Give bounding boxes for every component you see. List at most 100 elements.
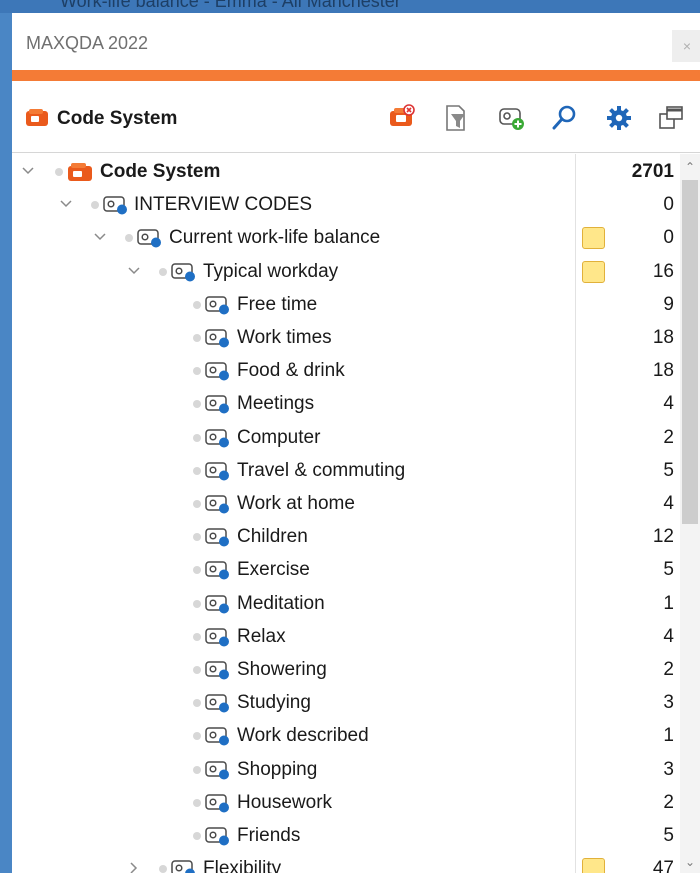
code-color-dot xyxy=(193,832,201,840)
coded-segment-count: 3 xyxy=(663,692,674,714)
code-row[interactable]: Free time 9 xyxy=(12,289,680,322)
code-label: Computer xyxy=(237,426,321,448)
code-icon xyxy=(205,827,229,846)
code-label: Friends xyxy=(237,825,301,846)
code-row[interactable]: Work times 18 xyxy=(12,322,680,355)
scroll-down-button[interactable]: ⌄ xyxy=(680,851,700,873)
code-icon xyxy=(205,561,229,580)
code-row[interactable]: Code System 2701 xyxy=(12,156,680,189)
undock-window-button[interactable] xyxy=(654,101,688,135)
code-row[interactable]: Showering 2 xyxy=(12,654,680,687)
code-row[interactable]: Studying 3 xyxy=(12,687,680,720)
code-label: Meetings xyxy=(237,393,315,415)
code-icon xyxy=(205,329,229,348)
coded-segment-count: 5 xyxy=(663,559,674,581)
code-color-dot xyxy=(193,500,201,508)
code-label: Showering xyxy=(237,659,327,680)
code-label: Food & drink xyxy=(237,360,345,382)
new-code-set-button[interactable] xyxy=(384,101,418,135)
chevron-down-icon[interactable] xyxy=(20,163,36,179)
coded-segment-count: 18 xyxy=(652,327,674,348)
code-row[interactable]: Friends 5 xyxy=(12,820,680,853)
code-row[interactable]: Relax 4 xyxy=(12,621,680,654)
coded-segment-count: 3 xyxy=(663,758,674,780)
code-icon xyxy=(137,229,161,248)
code-color-dot xyxy=(193,367,201,376)
code-label: Shopping xyxy=(237,758,318,780)
code-color-dot xyxy=(55,168,63,176)
close-button[interactable]: × xyxy=(672,30,700,62)
code-label: Meditation xyxy=(237,592,325,614)
code-system-window: MAXQDA 2022 × Code System Code System 270… xyxy=(12,13,700,873)
code-row[interactable]: Meditation 1 xyxy=(12,588,680,621)
filter-document-icon xyxy=(446,105,465,131)
window-frame-top: Work-life balance - Emma - Ali Mancheste… xyxy=(0,0,700,13)
code-label: Travel & commuting xyxy=(237,459,406,481)
code-icon xyxy=(205,528,229,547)
memo-icon[interactable] xyxy=(582,260,605,283)
gear-icon xyxy=(607,106,631,130)
code-label: Housework xyxy=(237,791,333,813)
scrollbar-thumb[interactable] xyxy=(682,180,698,524)
code-system-icon xyxy=(68,163,92,181)
coded-segment-count: 4 xyxy=(663,393,674,415)
chevron-right-icon[interactable] xyxy=(126,860,142,873)
code-icon xyxy=(205,727,229,746)
code-icon xyxy=(205,462,229,481)
code-color-dot xyxy=(91,201,99,210)
code-row[interactable]: Meetings 4 xyxy=(12,388,680,421)
coded-segment-count: 2 xyxy=(663,659,674,680)
coded-segment-count: 0 xyxy=(663,227,674,249)
new-code-button[interactable] xyxy=(494,101,528,135)
coded-segment-count: 18 xyxy=(652,360,674,382)
coded-segment-count: 9 xyxy=(663,293,674,315)
new-code-icon xyxy=(499,108,524,130)
code-row[interactable]: Exercise 5 xyxy=(12,554,680,587)
code-label: Work times xyxy=(237,327,332,348)
code-icon xyxy=(205,395,229,414)
code-icon xyxy=(205,661,229,680)
code-row[interactable]: Shopping 3 xyxy=(12,754,680,787)
coded-segment-count: 1 xyxy=(663,592,674,614)
code-color-dot xyxy=(193,466,201,475)
code-color-dot xyxy=(193,599,201,608)
title-bar[interactable]: MAXQDA 2022 × xyxy=(12,13,700,70)
code-color-dot xyxy=(193,732,201,741)
code-icon xyxy=(171,262,195,282)
code-row[interactable]: INTERVIEW CODES 0 xyxy=(12,189,680,222)
chevron-down-icon[interactable] xyxy=(58,196,74,212)
coded-segment-count: 0 xyxy=(663,194,674,216)
code-row[interactable]: Housework 2 xyxy=(12,787,680,820)
code-row[interactable]: Typical workday 16 xyxy=(12,256,680,289)
code-icon xyxy=(205,760,229,780)
code-label: Current work-life balance xyxy=(169,227,381,249)
code-row[interactable]: Flexibility 47 xyxy=(12,853,680,873)
code-color-dot xyxy=(193,632,201,641)
coded-segment-count: 16 xyxy=(652,260,674,282)
code-row[interactable]: Computer 2 xyxy=(12,422,680,455)
code-icon xyxy=(205,594,229,614)
scroll-up-button[interactable]: ⌃ xyxy=(680,156,700,178)
code-row[interactable]: Current work-life balance 0 xyxy=(12,222,680,255)
coded-segment-count: 4 xyxy=(663,625,674,647)
vertical-scrollbar[interactable]: ⌃ ⌄ xyxy=(680,154,700,873)
code-label: Work described xyxy=(237,725,369,747)
filter-button[interactable] xyxy=(438,101,472,135)
code-row[interactable]: Work at home 4 xyxy=(12,488,680,521)
background-window-title: Work-life balance - Emma - Ali Mancheste… xyxy=(60,0,401,11)
chevron-down-icon[interactable] xyxy=(126,263,142,279)
code-system-icon xyxy=(26,109,48,126)
memo-icon[interactable] xyxy=(582,858,605,873)
search-button[interactable] xyxy=(547,101,581,135)
chevron-down-icon[interactable] xyxy=(92,229,108,245)
code-icon xyxy=(205,794,229,813)
accent-bar xyxy=(12,70,700,81)
code-icon xyxy=(205,495,229,514)
settings-button[interactable] xyxy=(602,101,636,135)
code-color-dot xyxy=(193,400,201,409)
memo-icon[interactable] xyxy=(582,227,605,250)
code-row[interactable]: Travel & commuting 5 xyxy=(12,455,680,488)
code-row[interactable]: Work described 1 xyxy=(12,720,680,753)
code-row[interactable]: Children 12 xyxy=(12,521,680,554)
code-row[interactable]: Food & drink 18 xyxy=(12,355,680,388)
